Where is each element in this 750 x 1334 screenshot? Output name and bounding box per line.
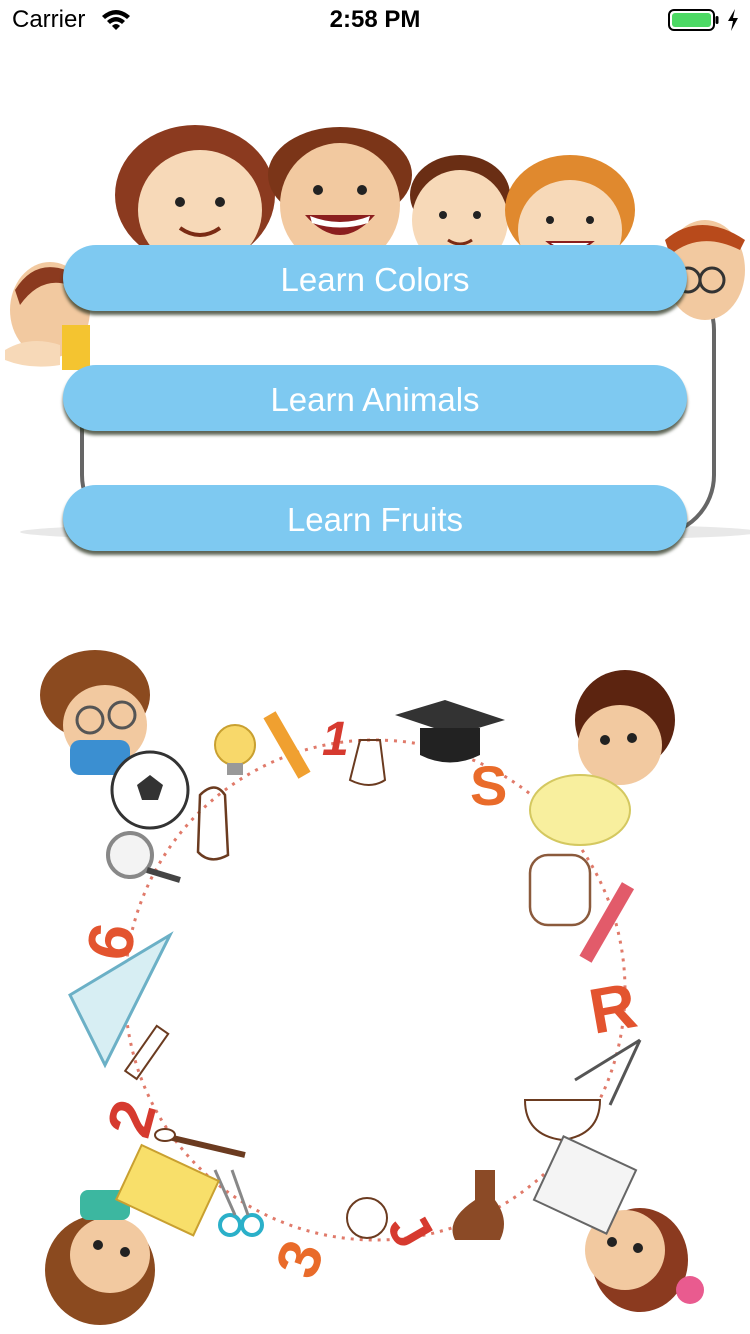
glyph-s: S: [470, 754, 507, 817]
learn-animals-button[interactable]: Learn Animals: [63, 365, 687, 431]
kids-circle-illustration: 1 S 6 R 2 3 J: [40, 650, 704, 1325]
status-bar: Carrier 2:58 PM: [0, 0, 750, 40]
compass-drawing: [574, 1038, 642, 1106]
beaker-drawing: [452, 1170, 504, 1240]
glyph-6: 6: [72, 918, 149, 966]
glyph-1: 1: [322, 713, 349, 766]
learn-fruits-button[interactable]: Learn Fruits: [63, 485, 687, 551]
pencil-drawing: [263, 711, 311, 779]
glyph-3: 3: [262, 1232, 336, 1286]
lightbulb-drawing: [214, 724, 256, 775]
clock: 2:58 PM: [329, 6, 421, 33]
pen-drawing: [579, 882, 635, 963]
flask-drawing: [348, 739, 387, 786]
kid-bottom-left: [45, 1143, 220, 1325]
battery-icon: [668, 9, 719, 31]
kid-top-left: [40, 650, 190, 830]
kid-top-right: [529, 670, 675, 846]
learn-colors-button[interactable]: Learn Colors: [63, 245, 687, 311]
glyph-2: 2: [95, 1093, 171, 1144]
magnifier-drawing: [106, 831, 181, 883]
protractor-drawing: [523, 1099, 602, 1142]
kid-bottom-right: [532, 1135, 704, 1312]
charging-icon: [728, 9, 738, 31]
shoe-drawing: [196, 786, 230, 861]
backpack-drawing: [528, 853, 592, 927]
glyph-r: R: [584, 969, 642, 1048]
scissors-drawing: [213, 1169, 264, 1237]
paint-brush-drawing: [154, 1128, 246, 1158]
